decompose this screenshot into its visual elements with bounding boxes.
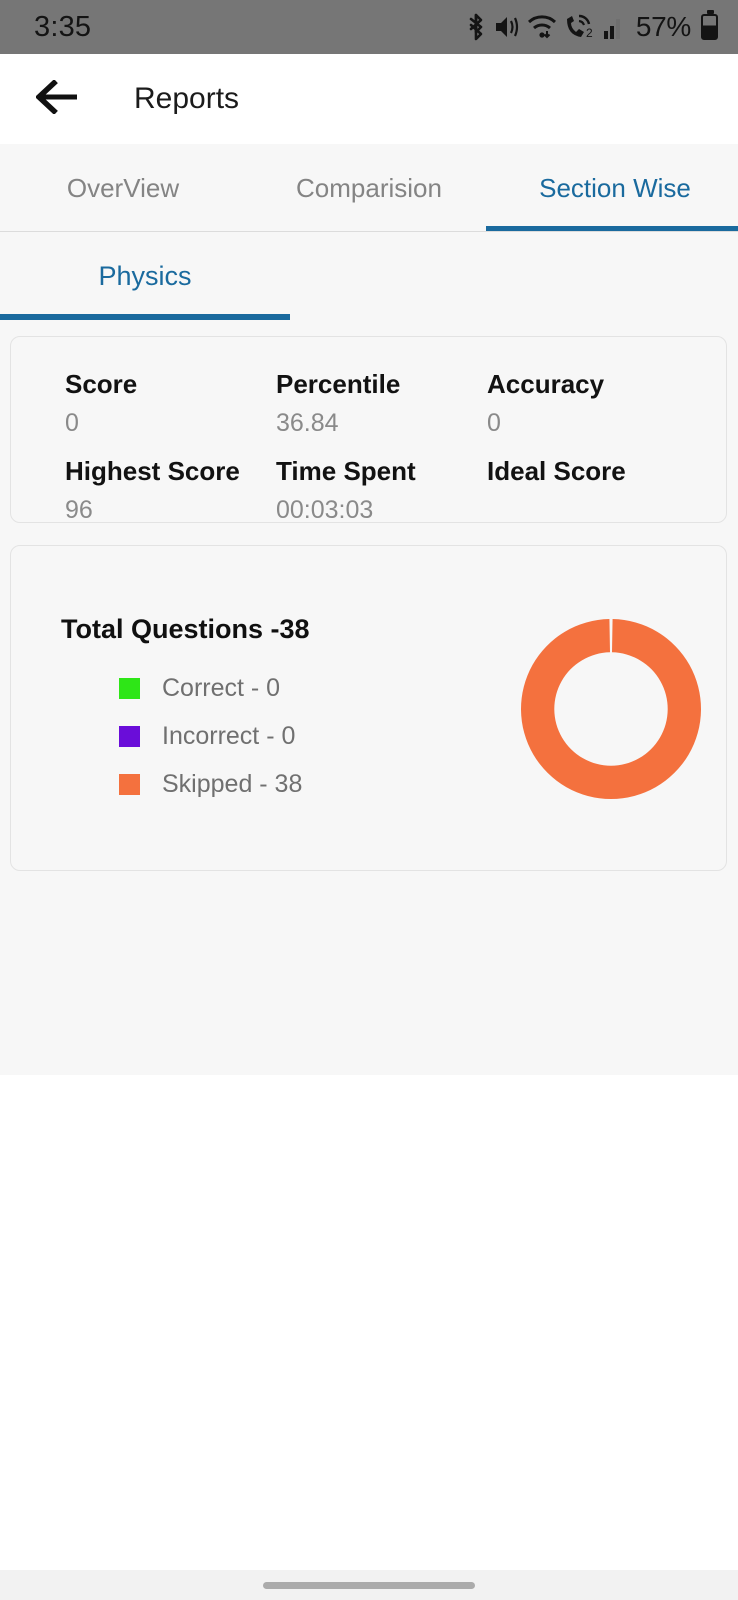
legend-label: Skipped - 38 bbox=[162, 769, 303, 798]
tab-overview[interactable]: OverView bbox=[0, 144, 246, 232]
battery-icon bbox=[701, 10, 718, 40]
stat-time-spent: Time Spent 00:03:03 bbox=[276, 456, 487, 525]
legend-item-skipped: Skipped - 38 bbox=[119, 760, 302, 808]
stat-score: Score 0 bbox=[65, 369, 276, 438]
subject-tabs: Physics bbox=[0, 232, 738, 320]
vibrate-icon bbox=[494, 13, 520, 41]
bluetooth-icon bbox=[465, 12, 487, 42]
stat-value: 00:03:03 bbox=[276, 496, 374, 524]
stats-card: Score 0 Percentile 36.84 Accuracy 0 High… bbox=[10, 336, 727, 524]
donut-chart bbox=[518, 586, 704, 832]
active-tab-indicator bbox=[486, 226, 738, 231]
battery-percent-label: 57% bbox=[635, 11, 691, 42]
stat-value: 0 bbox=[65, 409, 79, 437]
active-subtab-indicator bbox=[0, 314, 290, 320]
legend-swatch-correct bbox=[119, 677, 140, 699]
legend-swatch-incorrect bbox=[119, 725, 140, 747]
app-bar: Reports bbox=[0, 54, 738, 144]
subtab-physics[interactable]: Physics bbox=[0, 232, 290, 320]
empty-area bbox=[0, 1075, 738, 1570]
tab-section-wise[interactable]: Section Wise bbox=[492, 144, 738, 232]
chart-legend: Correct - 0 Incorrect - 0 Skipped - 38 bbox=[119, 664, 302, 808]
stat-value: 96 bbox=[65, 496, 93, 524]
signal-bars-icon bbox=[603, 13, 627, 41]
stat-label: Accuracy bbox=[487, 369, 605, 399]
stat-accuracy: Accuracy 0 bbox=[487, 369, 698, 438]
stat-label: Highest Score bbox=[65, 456, 240, 486]
app-screen: 3:35 2 57% Reports OverView Comparision … bbox=[0, 0, 738, 1600]
status-icons: 2 57% bbox=[465, 10, 718, 43]
page-title: Reports bbox=[134, 82, 240, 115]
status-bar: 3:35 2 57% bbox=[0, 0, 738, 54]
donut-segment-skipped bbox=[521, 619, 701, 799]
tab-comparision[interactable]: Comparision bbox=[246, 144, 492, 232]
system-navigation-bar bbox=[0, 1570, 738, 1600]
donut-chart-svg bbox=[521, 619, 701, 799]
stat-ideal-score: Ideal Score bbox=[487, 456, 698, 525]
legend-item-incorrect: Incorrect - 0 bbox=[119, 712, 302, 760]
status-time: 3:35 bbox=[34, 10, 92, 43]
legend-label: Correct - 0 bbox=[162, 673, 281, 702]
stats-grid: Score 0 Percentile 36.84 Accuracy 0 High… bbox=[65, 369, 716, 543]
questions-breakdown-card: Total Questions -38 Correct - 0 Incorrec… bbox=[10, 545, 727, 871]
legend-item-correct: Correct - 0 bbox=[119, 664, 302, 712]
back-button[interactable] bbox=[34, 75, 82, 123]
legend-label: Incorrect - 0 bbox=[162, 721, 296, 750]
stat-label: Percentile bbox=[276, 369, 401, 399]
home-gesture-pill[interactable] bbox=[263, 1581, 475, 1589]
svg-text:2: 2 bbox=[586, 26, 593, 40]
stat-label: Score bbox=[65, 369, 138, 399]
wifi-icon bbox=[527, 13, 557, 41]
total-questions-label: Total Questions -38 bbox=[61, 614, 310, 644]
stat-value: 36.84 bbox=[276, 409, 339, 437]
legend-swatch-skipped bbox=[119, 773, 140, 795]
stats-row: Highest Score 96 Time Spent 00:03:03 Ide… bbox=[65, 456, 716, 525]
stat-label: Ideal Score bbox=[487, 456, 626, 486]
volte-call-icon: 2 bbox=[564, 13, 596, 41]
stat-value: 0 bbox=[487, 409, 501, 437]
arrow-left-icon bbox=[34, 78, 80, 119]
stat-highest-score: Highest Score 96 bbox=[65, 456, 276, 525]
stat-label: Time Spent bbox=[276, 456, 416, 486]
stat-percentile: Percentile 36.84 bbox=[276, 369, 487, 438]
stat-value bbox=[487, 496, 698, 524]
report-tabs: OverView Comparision Section Wise bbox=[0, 144, 738, 232]
stats-row: Score 0 Percentile 36.84 Accuracy 0 bbox=[65, 369, 716, 438]
